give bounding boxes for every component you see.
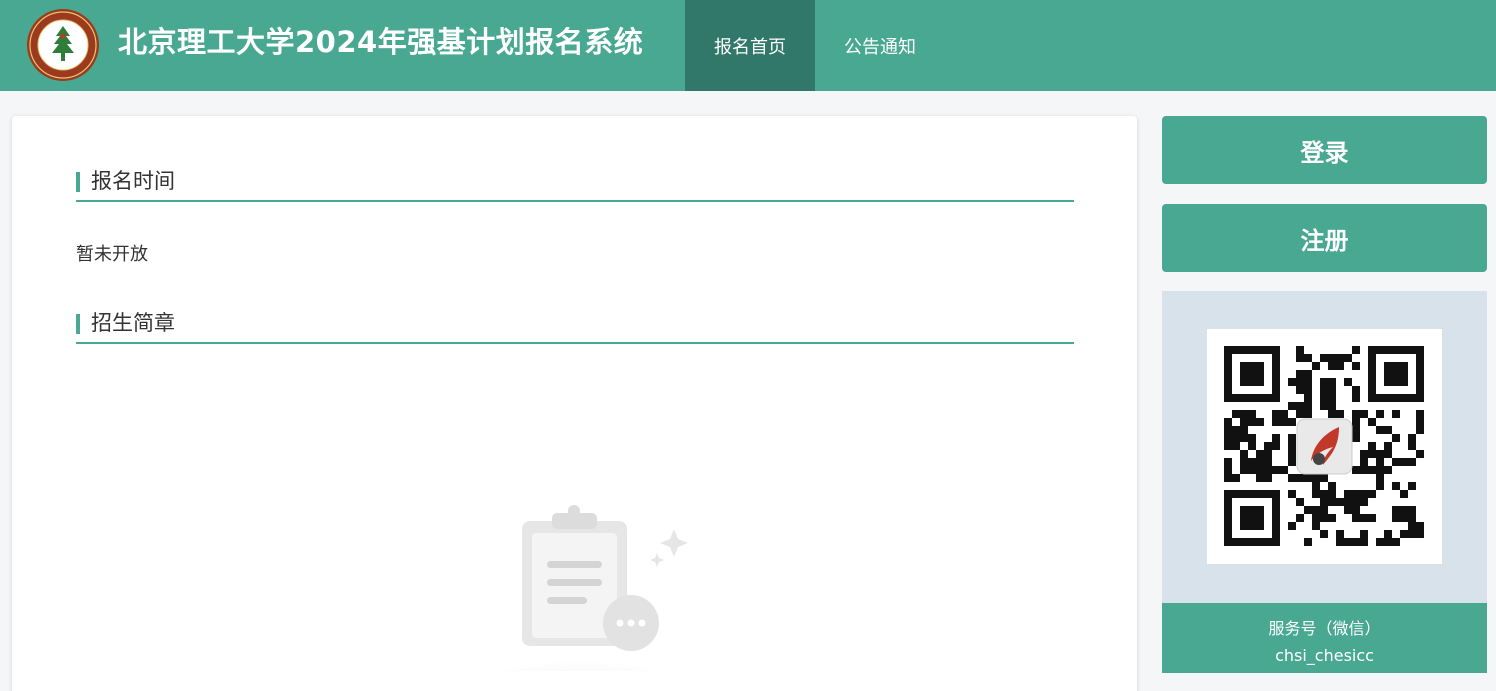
- section-accent-bar: [76, 314, 80, 334]
- qr-caption-service-label: 服务号（微信）: [1268, 619, 1381, 638]
- section-registration-time: 报名时间: [76, 158, 1074, 202]
- university-logo-icon: [27, 9, 99, 81]
- main-nav: 报名首页 公告通知: [685, 0, 945, 91]
- chsi-logo-icon: [1296, 418, 1353, 475]
- main-content-card: 报名时间 暂未开放 招生简章: [12, 116, 1137, 691]
- section-accent-bar: [76, 172, 80, 192]
- section-title: 报名时间: [91, 169, 175, 193]
- qr-caption: 服务号（微信） chsi_chesicc: [1162, 603, 1487, 673]
- empty-clipboard-icon: [457, 505, 697, 671]
- nav-item-announcements[interactable]: 公告通知: [815, 0, 945, 91]
- section-title: 招生简章: [91, 311, 175, 335]
- nav-item-home[interactable]: 报名首页: [685, 0, 815, 91]
- qr-code-container: [1207, 329, 1442, 564]
- register-button[interactable]: 注册: [1162, 204, 1487, 272]
- qr-code-icon: [1224, 346, 1424, 546]
- registration-status-text: 暂未开放: [76, 244, 148, 265]
- wechat-qr-panel: 服务号（微信） chsi_chesicc: [1162, 291, 1487, 673]
- login-button[interactable]: 登录: [1162, 116, 1487, 184]
- qr-caption-account-id: chsi_chesicc: [1275, 646, 1374, 665]
- site-title: 北京理工大学2024年强基计划报名系统: [118, 25, 644, 59]
- top-navbar: 北京理工大学2024年强基计划报名系统 报名首页 公告通知: [0, 0, 1496, 91]
- section-admission-brochure: 招生简章: [76, 300, 1074, 344]
